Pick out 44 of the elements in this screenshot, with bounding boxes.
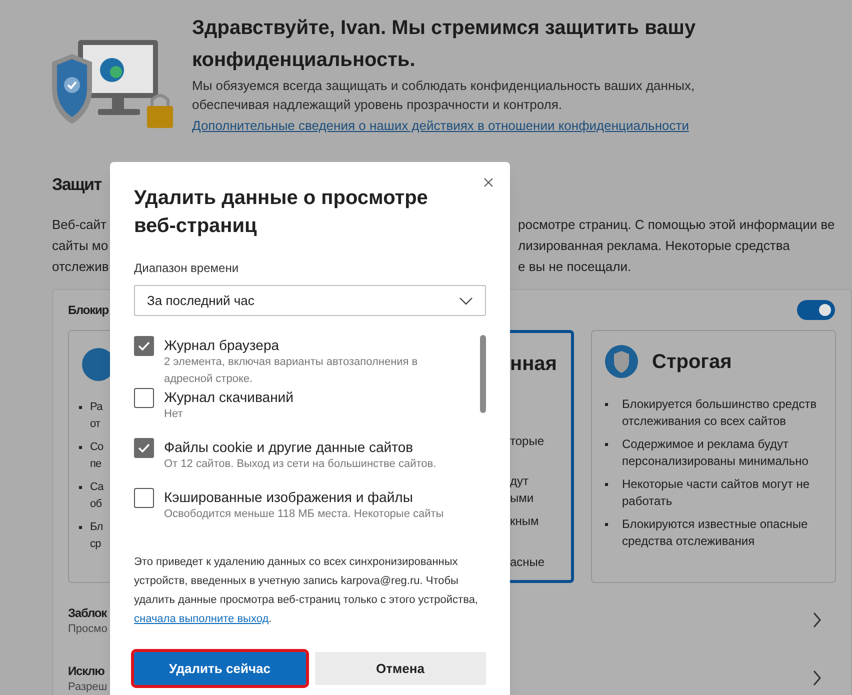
section-text: е вы не посещали.: [518, 258, 632, 276]
item-label: Файлы cookie и другие данные сайтов: [164, 438, 414, 456]
bullet-text: Со: [90, 440, 104, 455]
item-description: Нет: [164, 407, 184, 422]
section-text: сайты мо: [52, 237, 110, 255]
section-text: росмотре страниц. С помощью этой информации ве: [518, 216, 835, 234]
dialog-title: Удалить данные о просмотре веб-страниц: [134, 186, 429, 239]
bullet-text: Содержимое и реклама будут персонализированы минимально: [622, 436, 810, 470]
item-description: Освободится меньше 118 МБ места. Некоторые сайты: [164, 507, 445, 522]
sync-note: Это приведет к удалению данных со всех синхронизированных устройств, введенных в учетную запись karpova@reg.ru. Чтобы удалить данные просмотра веб-страниц только с этого устройства, сначала выполните выход.: [134, 555, 479, 627]
bullet-text: ср: [90, 537, 102, 552]
bullet-text: Бл: [90, 520, 103, 535]
row-subtitle: Просмо: [68, 622, 108, 636]
bullet-text: кным: [510, 513, 540, 530]
bullet-text: Ра: [90, 400, 102, 415]
item-label: Журнал скачиваний: [164, 388, 294, 406]
item-label: Кэшированные изображения и файлы: [164, 488, 414, 506]
option-title: нная: [510, 352, 558, 377]
bullet-text: от: [90, 417, 102, 432]
card-heading: Блокир: [68, 302, 109, 319]
section-heading: Защит: [52, 174, 103, 196]
range-label: Диапазон времени: [134, 260, 240, 276]
item-description: От 12 сайтов. Выход из сети на большинстве сайтов.: [164, 457, 438, 472]
page-title: Здравствуйте, Ivan. Мы стремимся защитить вашу конфиденциальность.: [192, 16, 697, 73]
section-text: Веб-сайт: [52, 216, 108, 234]
bullet-text: дут: [510, 473, 530, 490]
bullet-text: ыми: [510, 490, 535, 507]
bullet-text: Некоторые части сайтов могут не работать: [622, 476, 810, 510]
bullet-text: пе: [90, 457, 102, 472]
row-subtitle: Разреш: [68, 680, 108, 694]
option-title: Строгая: [652, 350, 732, 374]
bullet-text: торые: [510, 433, 546, 450]
bullet-text: Блокируются известные опасные средства отслеживания: [622, 516, 809, 550]
intro-text: Мы обязуемся всегда защищать и соблюдать конфиденциальность ваших данных, обеспечивая надлежащий уровень прозрачности и контроля.: [192, 77, 696, 114]
bullet-text: Са: [90, 480, 104, 495]
row-title: Заблок: [68, 604, 108, 622]
item-label: Журнал браузера: [164, 336, 280, 354]
bullet-text: асные: [510, 554, 546, 571]
item-description: 2 элемента, включая варианты автозаполнения в адресной строке.: [164, 355, 419, 387]
section-text: отслежив: [52, 258, 110, 276]
bullet-text: об: [90, 497, 103, 512]
row-title: Исклю: [68, 662, 106, 680]
section-text: лизированная реклама. Некоторые средства: [518, 237, 791, 255]
bullet-text: Блокируется большинство средств отслеживания со всех сайтов: [622, 396, 817, 430]
